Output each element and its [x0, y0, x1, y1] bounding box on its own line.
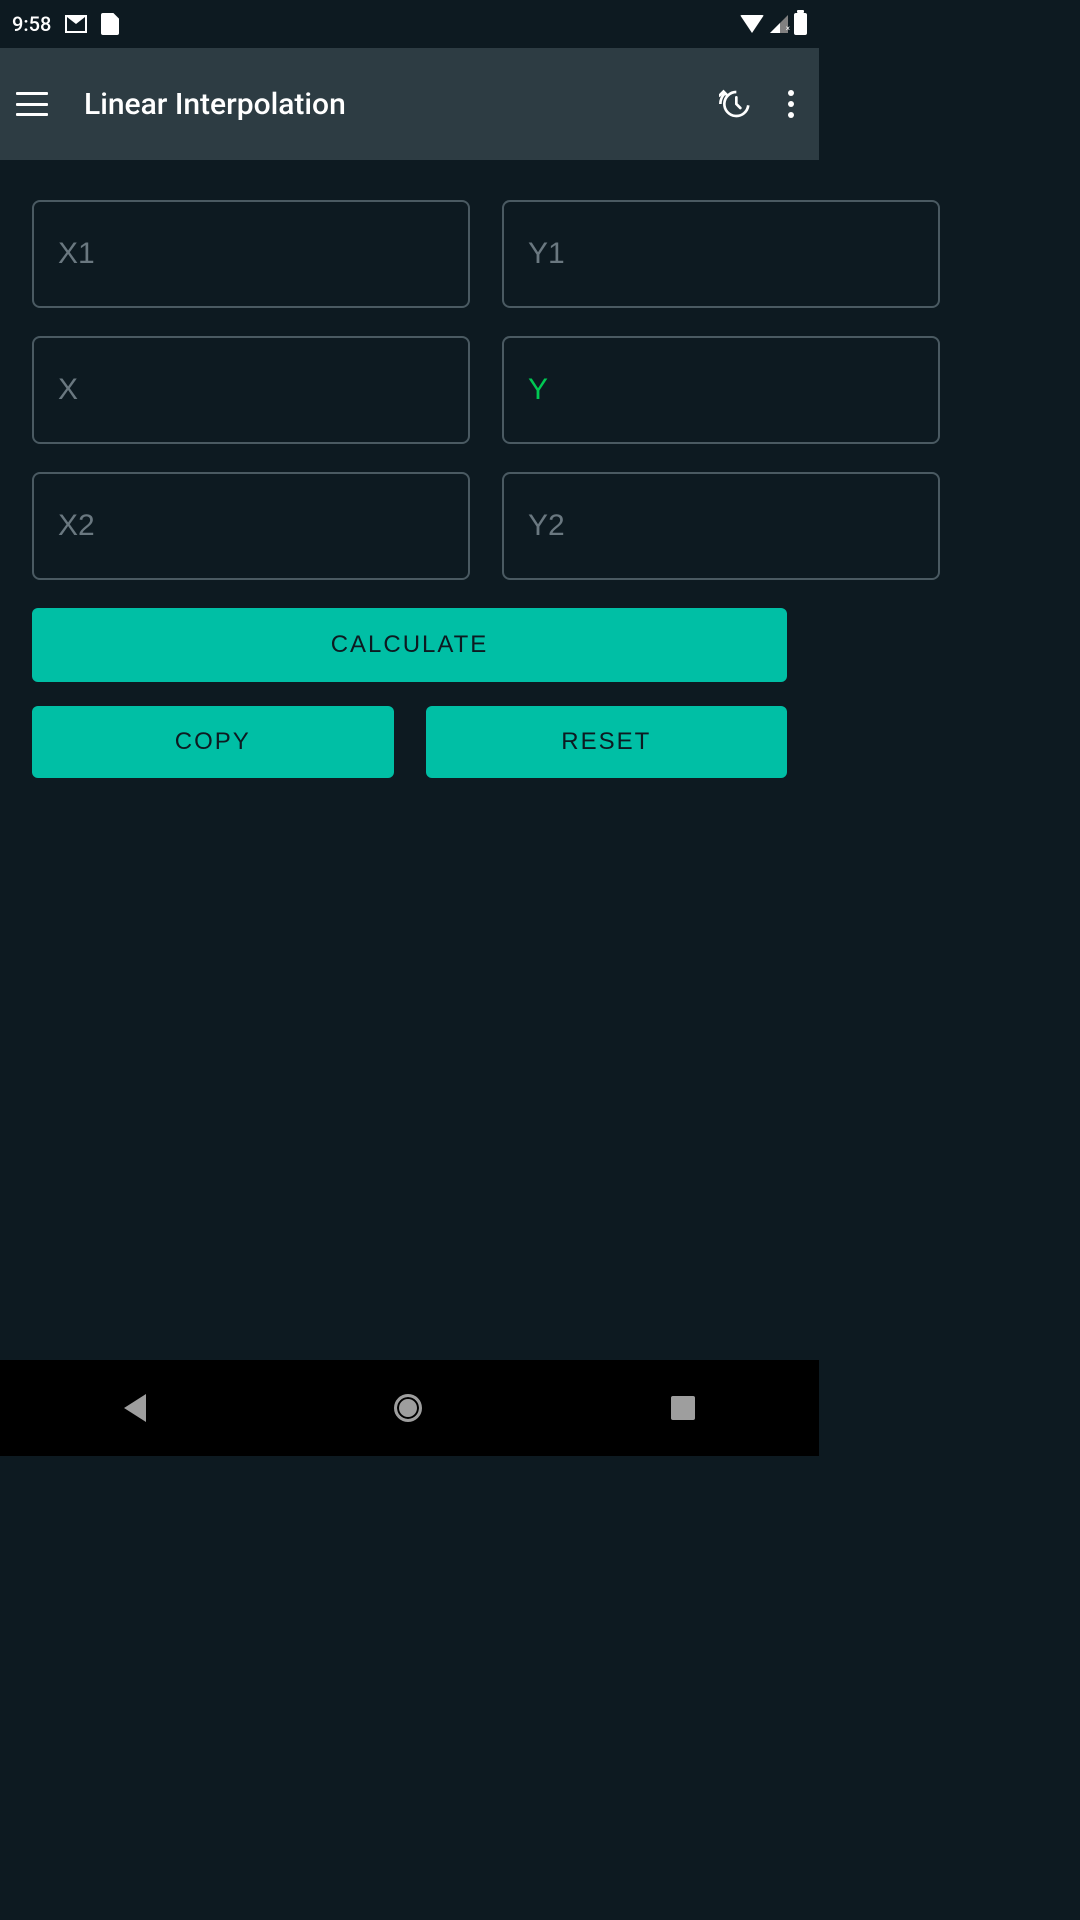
nav-back-icon[interactable] — [124, 1394, 146, 1422]
sd-card-icon — [101, 13, 119, 35]
content-area: CALCULATE COPY RESET — [0, 160, 819, 818]
input-grid — [32, 200, 787, 580]
history-icon[interactable] — [719, 88, 751, 120]
x2-input[interactable] — [32, 472, 470, 580]
calculate-button[interactable]: CALCULATE — [32, 608, 787, 682]
copy-button[interactable]: COPY — [32, 706, 394, 778]
nav-home-icon[interactable] — [394, 1394, 422, 1422]
status-right: × — [740, 13, 807, 35]
status-time: 9:58 — [12, 12, 51, 36]
app-bar: Linear Interpolation — [0, 48, 819, 160]
status-left: 9:58 — [12, 12, 119, 36]
nav-recent-icon[interactable] — [671, 1396, 695, 1420]
x1-input[interactable] — [32, 200, 470, 308]
y2-input[interactable] — [502, 472, 940, 580]
page-title: Linear Interpolation — [84, 87, 719, 122]
menu-icon[interactable] — [16, 92, 48, 116]
wifi-icon — [740, 15, 764, 33]
gmail-icon — [65, 15, 87, 33]
signal-icon: × — [770, 15, 788, 33]
reset-button[interactable]: RESET — [426, 706, 788, 778]
nav-bar — [0, 1360, 819, 1456]
x-input[interactable] — [32, 336, 470, 444]
battery-icon — [794, 13, 807, 35]
more-vert-icon[interactable] — [779, 88, 803, 120]
button-row: COPY RESET — [32, 706, 787, 778]
y-output[interactable] — [502, 336, 940, 444]
status-bar: 9:58 × — [0, 0, 819, 48]
y1-input[interactable] — [502, 200, 940, 308]
